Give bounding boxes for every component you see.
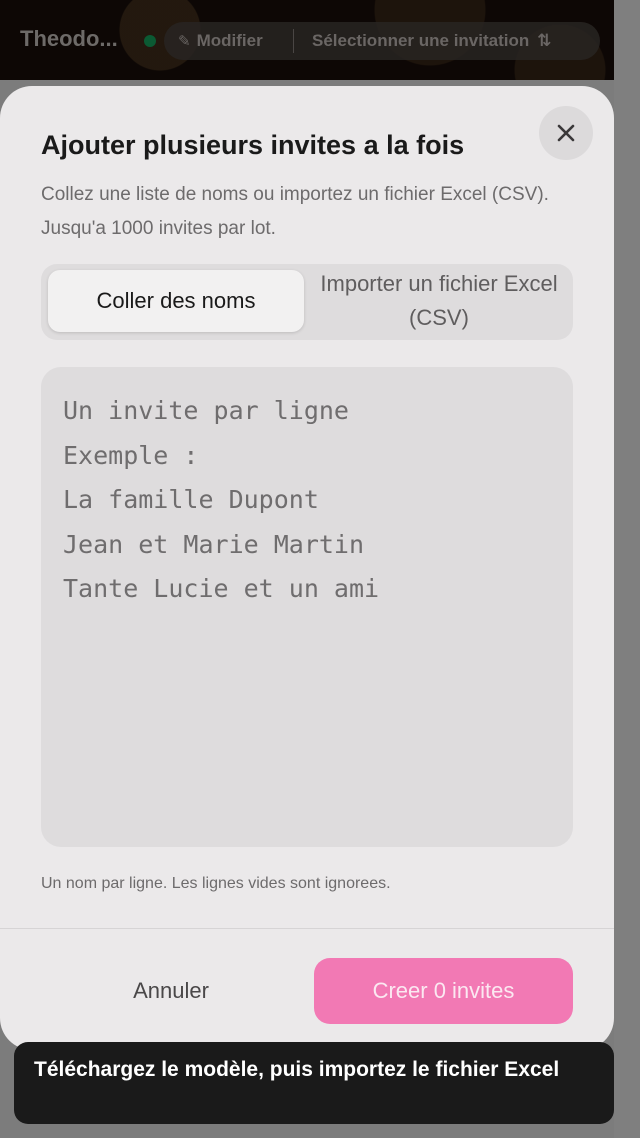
pencil-icon: ✎ (178, 33, 191, 50)
close-button[interactable] (539, 106, 593, 160)
modal-description: Collez une liste de noms ou importez un … (41, 184, 549, 239)
edit-button[interactable]: ✎ Modifier (178, 31, 263, 51)
status-dot-icon (144, 35, 156, 47)
top-bar: Theodo... ✎ Modifier Sélectionner une inv… (0, 0, 614, 80)
textarea-hint: Un nom par ligne. Les lignes vides sont … (41, 875, 391, 892)
event-name[interactable]: Theodo... (20, 26, 118, 52)
modal-title: Ajouter plusieurs invites a la fois (41, 130, 465, 160)
select-invitation-label: Sélectionner une invitation (312, 31, 530, 50)
tab-import-csv[interactable]: Importer un fichier Excel (CSV) (311, 270, 567, 332)
guest-names-textarea[interactable] (41, 367, 573, 847)
toast-notification: Téléchargez le modèle, puis importez le … (14, 1042, 614, 1124)
cancel-button[interactable]: Annuler (41, 958, 301, 1024)
import-mode-tabs: Coller des noms Importer un fichier Exce… (41, 264, 573, 340)
tab-paste-names[interactable]: Coller des noms (48, 270, 304, 332)
header-actions-pill: ✎ Modifier Sélectionner une invitation ⇅ (164, 22, 600, 60)
sort-arrows-icon: ⇅ (537, 31, 552, 50)
close-icon (557, 124, 575, 142)
select-invitation-button[interactable]: Sélectionner une invitation ⇅ (312, 31, 552, 51)
create-invites-button[interactable]: Creer 0 invites (314, 958, 573, 1024)
footer-divider (0, 928, 614, 929)
bulk-invite-modal: Ajouter plusieurs invites a la fois Coll… (0, 86, 614, 1050)
page-background (614, 0, 640, 1138)
edit-label: Modifier (196, 31, 263, 50)
pill-separator (293, 29, 294, 53)
